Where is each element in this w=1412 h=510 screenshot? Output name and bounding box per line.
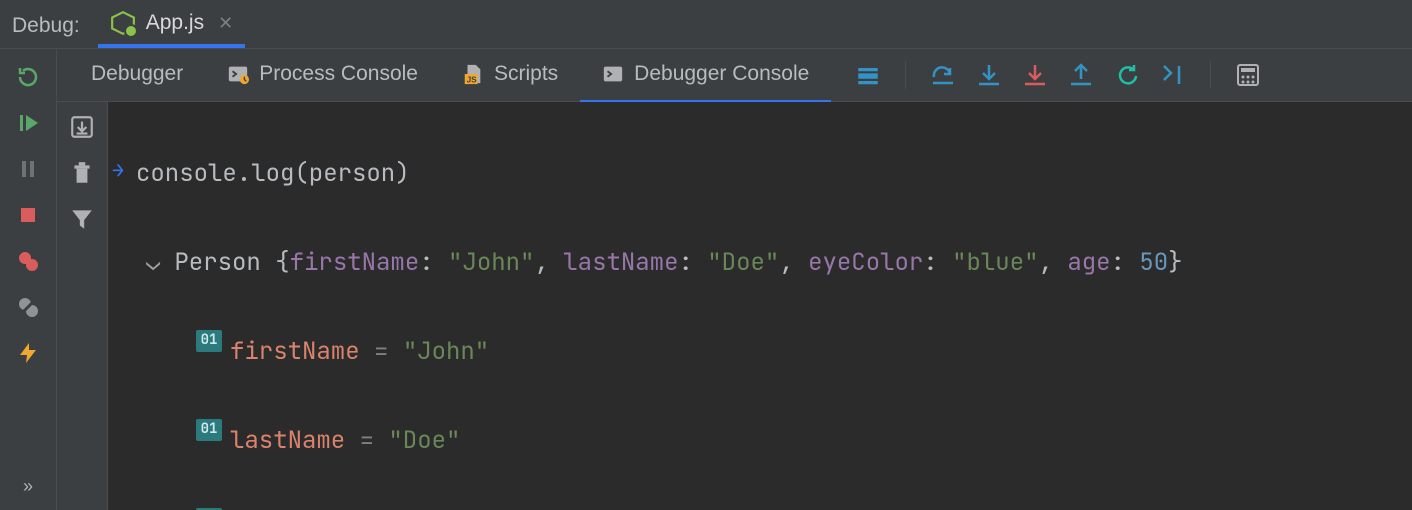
close-icon[interactable]: ✕ — [214, 13, 233, 34]
async-stacktrace-icon[interactable] — [14, 339, 42, 367]
console-panel: → console.log(person) ⌄ Person {firstNam… — [57, 102, 1412, 510]
tab-debugger[interactable]: Debugger — [69, 48, 205, 103]
console-icon — [602, 63, 624, 85]
mute-breakpoints-icon[interactable] — [14, 293, 42, 321]
filter-icon[interactable] — [69, 206, 95, 232]
file-tab-label: App.js — [146, 11, 204, 35]
console-output[interactable]: → console.log(person) ⌄ Person {firstNam… — [108, 102, 1412, 510]
drop-frame-icon[interactable] — [1114, 62, 1140, 88]
console-icon — [227, 63, 249, 85]
rerun-icon[interactable] — [14, 63, 42, 91]
debug-label: Debug: — [0, 14, 98, 48]
force-step-into-icon[interactable] — [1022, 62, 1048, 88]
input-arrow-icon: → — [110, 152, 136, 189]
field-icon: 01 — [196, 419, 222, 441]
debug-controls-gutter: » — [0, 49, 57, 510]
field-row[interactable]: 01lastName = "Doe" — [110, 419, 1402, 463]
run-to-cursor-icon[interactable] — [1160, 62, 1186, 88]
show-execution-point-icon[interactable] — [855, 62, 881, 88]
step-into-icon[interactable] — [976, 62, 1002, 88]
field-row[interactable]: 01firstName = "John" — [110, 330, 1402, 374]
clear-all-icon[interactable] — [69, 160, 95, 186]
tab-debugger-console[interactable]: Debugger Console — [580, 48, 831, 103]
step-toolbar — [831, 61, 1261, 89]
field-icon: 01 — [196, 330, 222, 352]
expand-caret-down-icon[interactable]: ⌄ — [146, 241, 160, 285]
titlebar: Debug: App.js ✕ — [0, 0, 1412, 49]
tab-process-console[interactable]: Process Console — [205, 48, 440, 103]
file-tab-appjs[interactable]: App.js ✕ — [98, 0, 245, 48]
stop-icon[interactable] — [14, 201, 42, 229]
resume-icon[interactable] — [14, 109, 42, 137]
js-file-icon: JS — [462, 63, 484, 85]
debug-tabs: Debugger Process Console JS Scripts — [57, 49, 1412, 102]
more-icon[interactable]: » — [14, 472, 42, 500]
tab-scripts[interactable]: JS Scripts — [440, 48, 580, 103]
scroll-to-end-icon[interactable] — [69, 114, 95, 140]
class-name — [160, 241, 174, 285]
console-mini-gutter — [57, 102, 108, 510]
svg-text:JS: JS — [467, 75, 478, 84]
evaluate-expression-icon[interactable] — [1235, 62, 1261, 88]
object-summary-row[interactable]: ⌄ Person {firstName: "John", lastName: "… — [110, 241, 1402, 285]
step-over-icon[interactable] — [930, 62, 956, 88]
step-out-icon[interactable] — [1068, 62, 1094, 88]
console-command: console.log(person) — [136, 152, 410, 196]
view-breakpoints-icon[interactable] — [14, 247, 42, 275]
pause-icon[interactable] — [14, 155, 42, 183]
debug-tool-window: Debug: App.js ✕ — [0, 0, 1412, 510]
nodejs-icon — [110, 10, 136, 36]
